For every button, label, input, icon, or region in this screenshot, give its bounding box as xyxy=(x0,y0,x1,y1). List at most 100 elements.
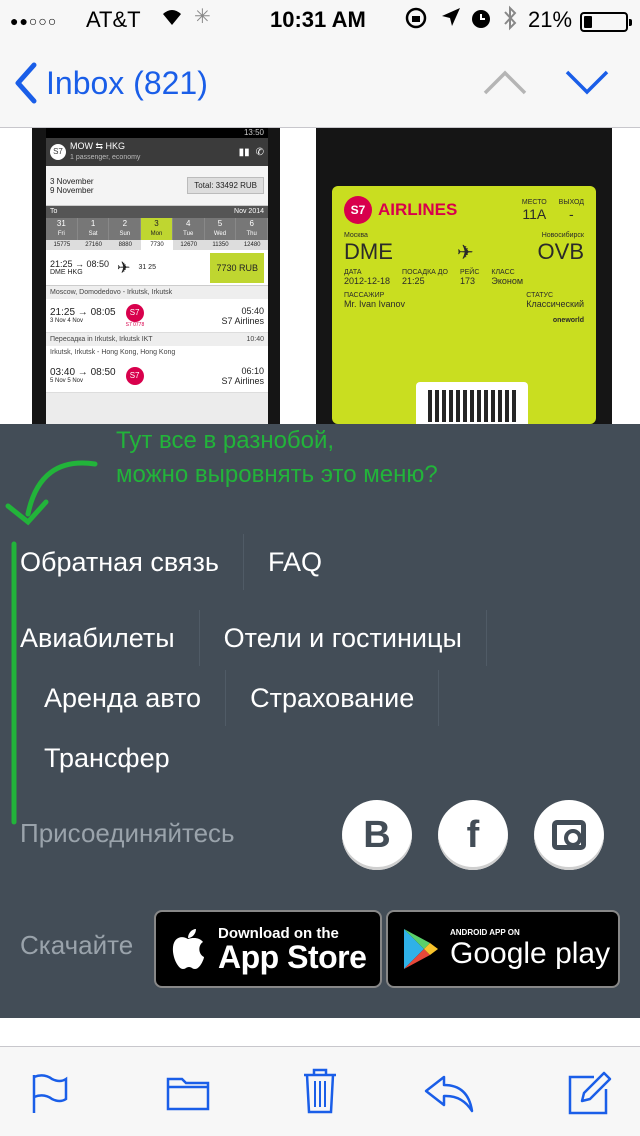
status-bar: ●●○○○ AT&T ✳ 10:31 AM 21% xyxy=(0,0,640,40)
phone-boarding-pass: S7 AIRLINES МЕСТО 11A ВЫХОД - Москва Нов… xyxy=(316,128,612,424)
s7-pass-logo: S7 xyxy=(344,196,372,224)
pass-status-label: СТАТУС xyxy=(526,292,554,299)
pass-airline: AIRLINES xyxy=(378,200,458,219)
calendar-price: 15775 xyxy=(53,242,71,248)
footer-menu-row-4: Трансфер xyxy=(44,730,194,786)
compose-icon[interactable] xyxy=(568,1071,612,1115)
promo-phones-image: 13:50 S7 MOW ⇆ HKG 1 passenger, economy … xyxy=(0,128,640,424)
menu-faq-link[interactable]: FAQ xyxy=(244,534,346,590)
pass-seat-label: МЕСТО xyxy=(521,198,547,206)
app-header: S7 MOW ⇆ HKG 1 passenger, economy ▮▮ ✆ xyxy=(46,138,268,166)
calendar-day: 6 Thu xyxy=(236,218,268,240)
app-date-to: 9 November xyxy=(50,185,94,195)
email-body: 13:50 S7 MOW ⇆ HKG 1 passenger, economy … xyxy=(0,128,640,1018)
previous-message-chevron-up-icon[interactable] xyxy=(482,68,528,96)
pass-status: Классический xyxy=(526,299,584,309)
pass-boarding: 21:25 xyxy=(402,276,425,286)
bluetooth-icon xyxy=(502,5,518,37)
footer-menu-row-3: Аренда авто Страхование xyxy=(44,670,440,726)
vk-button[interactable]: В xyxy=(342,800,412,870)
app-leg2-route: Irkutsk, Irkutsk - Hong Kong, Hong Kong xyxy=(46,346,268,359)
phone-icon: ✆ xyxy=(255,146,264,158)
calendar-price: 12480 xyxy=(243,242,261,248)
app-leg1-times: 21:25 → 08:05 xyxy=(50,307,116,318)
trash-icon[interactable] xyxy=(298,1067,342,1115)
menu-hotels-link[interactable]: Отели и гостиницы xyxy=(200,610,487,666)
app-calendar: 31 Fri 1 Sat 2 Sun 3 Mon 4 Tue 5 Wed 6 Thu xyxy=(46,218,268,240)
download-label: Скачайте xyxy=(20,930,134,960)
app-leg1: 21:25 → 08:05 3 Nov 4 Nov S7 S7 0778 05:… xyxy=(46,299,268,333)
menu-flights-link[interactable]: Авиабилеты xyxy=(20,610,200,666)
pass-date: 2012-12-18 xyxy=(344,276,391,286)
calendar-price: 8880 xyxy=(118,242,132,248)
calendar-price: 11350 xyxy=(212,242,229,248)
instagram-icon xyxy=(552,820,586,850)
back-to-inbox-button[interactable]: Inbox (821) xyxy=(14,62,208,104)
pass-seat: 11A xyxy=(522,205,547,222)
wifi-icon xyxy=(160,5,184,33)
chevron-left-icon xyxy=(15,62,37,104)
pass-exit-label: ВЫХОД xyxy=(558,198,584,206)
pass-passenger: Mr. Ivan Ivanov xyxy=(344,299,406,309)
facebook-icon: f xyxy=(466,813,480,856)
battery-icon xyxy=(580,12,632,32)
pass-from-city: Москва xyxy=(344,232,368,239)
s7-leg2-logo: S7 xyxy=(125,366,144,385)
pass-to-code: OVB xyxy=(537,239,584,264)
google-play-icon xyxy=(404,929,438,969)
apple-icon xyxy=(172,929,204,969)
footer-menu-row-1: Обратная связь FAQ xyxy=(20,534,346,590)
battery-percent: 21% xyxy=(528,7,573,32)
pass-alliance: oneworld xyxy=(552,317,584,324)
menu-feedback-link[interactable]: Обратная связь xyxy=(20,534,244,590)
app-flight-times: 21:25 → 08:50 xyxy=(50,259,110,269)
review-annotation: Тут все в разнобой, можно выровнять это … xyxy=(116,424,438,492)
battery-fill xyxy=(584,16,593,28)
carrier-name: AT&T xyxy=(86,7,141,32)
app-month: Nov 2014 xyxy=(234,208,264,215)
app-transfer-time: 10:40 xyxy=(246,336,264,343)
clock: 10:31 AM xyxy=(270,7,366,32)
menu-transfer-link[interactable]: Трансфер xyxy=(44,730,194,786)
menu-insurance-link[interactable]: Страхование xyxy=(226,670,440,726)
app-store-line2: App Store xyxy=(218,938,367,975)
mail-nav-bar: Inbox (821) xyxy=(0,40,640,128)
calendar-day: 2 Sun xyxy=(109,218,142,240)
app-flight-option: 21:25 → 08:50 DME HKG ✈ 31 25 7730 RUB xyxy=(46,250,268,286)
pass-class: Эконом xyxy=(491,276,524,286)
s7-leg1-logo: S7 xyxy=(125,303,144,322)
calendar-price: 12670 xyxy=(180,242,198,248)
pass-flight-label: РЕЙС xyxy=(459,269,480,276)
menu-car-rental-link[interactable]: Аренда авто xyxy=(44,670,227,726)
instagram-button[interactable] xyxy=(534,800,604,870)
s7-logo: S7 xyxy=(50,144,66,160)
annotation-line-1: Тут все в разнобой, xyxy=(116,427,335,454)
google-play-button[interactable]: ANDROID APP ON Google play xyxy=(386,910,620,988)
phone-app-screenshot: 13:50 S7 MOW ⇆ HKG 1 passenger, economy … xyxy=(32,128,280,424)
app-transfer-text: Пересадка in Irkutsk, Irkutsk IKT xyxy=(50,336,153,343)
flag-icon[interactable] xyxy=(28,1071,72,1115)
app-leg1-route: Moscow, Domodedovo - Irkutsk, Irkutsk xyxy=(46,286,268,299)
app-price-row: 15775 27160 8880 7730 12670 11350 12480 xyxy=(46,240,268,250)
app-store-button[interactable]: Download on the App Store xyxy=(154,910,382,988)
back-label: Inbox (821) xyxy=(46,64,208,101)
calendar-price: 27160 xyxy=(85,242,102,248)
facebook-button[interactable]: f xyxy=(438,800,508,870)
loading-spinner-icon: ✳ xyxy=(194,6,211,28)
airplane-icon: ✈ xyxy=(456,241,474,264)
reply-icon[interactable] xyxy=(424,1071,476,1115)
folder-icon[interactable] xyxy=(166,1071,210,1115)
qr-code xyxy=(416,382,528,424)
app-leg1-duration: 05:40 xyxy=(241,305,264,316)
next-message-chevron-down-icon[interactable] xyxy=(564,68,610,96)
google-play-line1: ANDROID APP ON xyxy=(450,927,520,937)
app-flight-days: 31 25 xyxy=(138,264,156,271)
signal-strength: ●●○○○ xyxy=(10,13,58,29)
chart-icon: ▮▮ xyxy=(238,146,250,158)
pass-from-code: DME xyxy=(344,239,393,264)
boarding-pass: S7 AIRLINES МЕСТО 11A ВЫХОД - Москва Нов… xyxy=(332,186,596,424)
alarm-icon xyxy=(470,6,492,36)
calendar-day: 1 Sat xyxy=(78,218,110,240)
pass-exit: - xyxy=(568,205,574,222)
app-leg2-times: 03:40 → 08:50 xyxy=(50,367,116,378)
